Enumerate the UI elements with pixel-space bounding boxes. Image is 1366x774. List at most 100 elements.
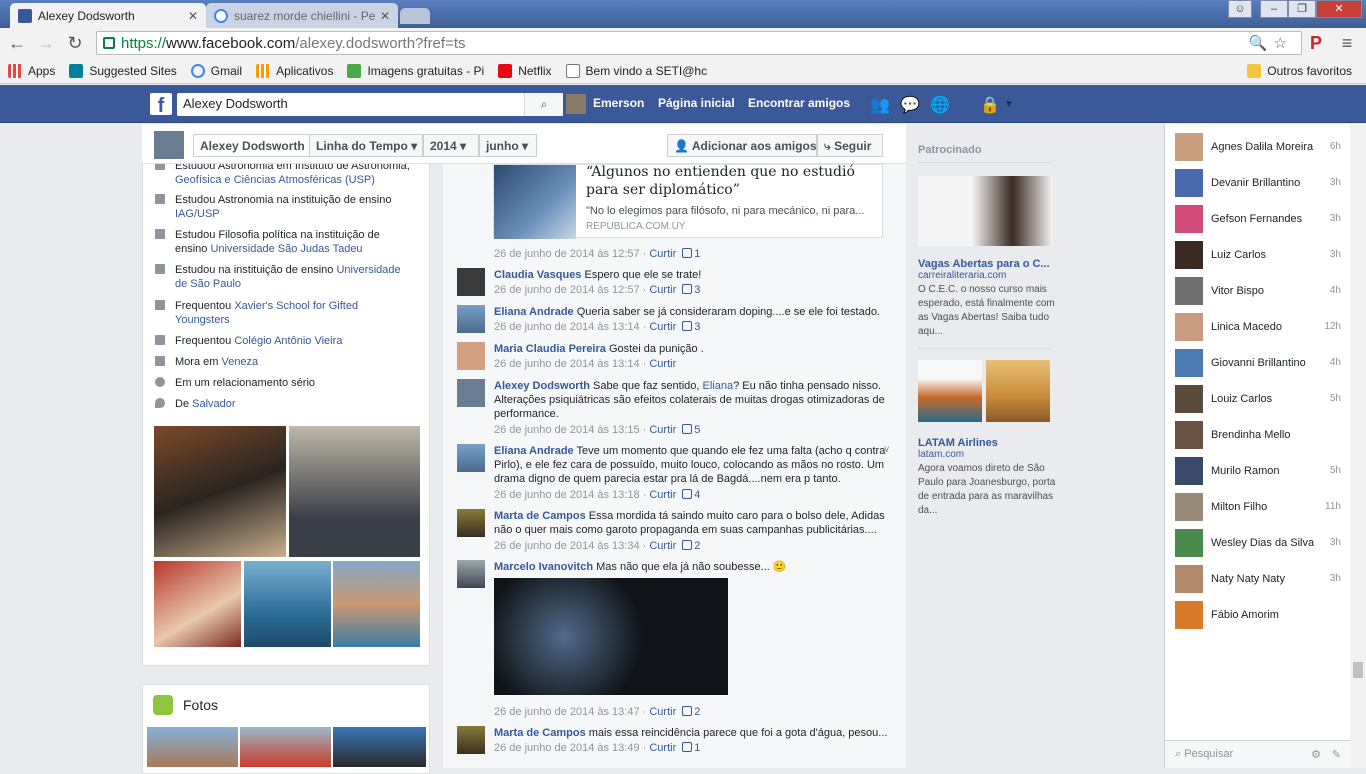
school-link[interactable]: Universidade São Judas Tadeu <box>210 243 362 255</box>
school-link[interactable]: Xavier's School for Gifted <box>234 300 358 312</box>
like-count[interactable]: 2 <box>694 540 700 552</box>
like-count[interactable]: 2 <box>694 706 700 718</box>
profile-thumbnail[interactable] <box>154 131 184 159</box>
chat-friend[interactable]: Murilo Ramon 5h <box>1175 455 1341 487</box>
school-link[interactable]: Colégio Antônio Vieira <box>234 335 342 347</box>
shared-link-card[interactable]: “Algunos no entienden que no estudió par… <box>493 164 883 239</box>
commenter-avatar[interactable] <box>457 444 485 472</box>
month-dropdown[interactable]: junho ▾ <box>479 134 537 157</box>
like-button[interactable]: Curtir <box>649 706 676 718</box>
link-title[interactable]: “Algunos no entienden que no estudió par… <box>586 164 876 199</box>
compose-icon[interactable]: ✎ <box>1332 748 1341 761</box>
like-count[interactable]: 1 <box>694 248 700 260</box>
search-input[interactable]: Alexey Dodsworth <box>177 93 563 116</box>
photo-thumb[interactable] <box>333 727 426 767</box>
like-count[interactable]: 5 <box>694 424 700 436</box>
friend-requests-icon[interactable]: 👥 <box>870 95 890 115</box>
ad-domain[interactable]: latam.com <box>918 448 1058 462</box>
commenter-avatar[interactable] <box>457 305 485 333</box>
timestamp[interactable]: 26 de junho de 2014 às 13:49 · <box>494 742 646 754</box>
follow-button[interactable]: ⤷ Seguir <box>817 134 883 157</box>
pinterest-icon[interactable]: P <box>1305 33 1327 53</box>
close-tab-icon[interactable]: ✕ <box>188 9 198 23</box>
commenter-name[interactable]: Eliana Andrade <box>494 306 574 318</box>
messages-icon[interactable]: 💬 <box>900 95 920 115</box>
photo-thumb[interactable] <box>240 727 331 767</box>
gear-icon[interactable]: ⚙ <box>1311 748 1321 761</box>
city-link[interactable]: Salvador <box>192 398 235 410</box>
featured-photo[interactable] <box>153 425 287 558</box>
school-link[interactable]: Geofísica e Ciências Atmosféricas (USP) <box>175 174 375 186</box>
user-avatar[interactable] <box>566 94 586 114</box>
school-link[interactable]: IAG/USP <box>175 208 220 220</box>
page-scrollbar[interactable] <box>1350 124 1366 768</box>
profile-icon[interactable]: ☺ <box>1228 0 1252 18</box>
forward-icon[interactable]: → <box>35 33 57 53</box>
like-button[interactable]: Curtir <box>649 248 676 260</box>
bookmark-apps[interactable]: Apps <box>8 63 55 78</box>
featured-photo[interactable] <box>332 560 421 648</box>
chat-friend[interactable]: Fábio Amorim <box>1175 599 1341 631</box>
timestamp[interactable]: 26 de junho de 2014 às 12:57 · <box>494 284 646 296</box>
commenter-name[interactable]: Marta de Campos <box>494 510 586 522</box>
find-friends-link[interactable]: Encontrar amigos <box>748 96 850 110</box>
commenter-name[interactable]: Eliana Andrade <box>494 445 574 457</box>
school-link[interactable]: Youngsters <box>175 314 230 326</box>
commenter-name[interactable]: Marta de Campos <box>494 727 586 739</box>
like-count[interactable]: 3 <box>694 321 700 333</box>
chat-friend[interactable]: Devanir Brillantino 3h <box>1175 167 1341 199</box>
timestamp[interactable]: 26 de junho de 2014 às 12:57 · <box>494 248 646 260</box>
commenter-avatar[interactable] <box>457 268 485 296</box>
commenter-name[interactable]: Claudia Vasques <box>494 269 581 281</box>
mention-link[interactable]: Eliana <box>703 380 734 392</box>
timeline-dropdown[interactable]: Linha do Tempo ▾ <box>309 134 423 157</box>
school-link[interactable]: de São Paulo <box>175 278 241 290</box>
home-link[interactable]: Página inicial <box>658 96 735 110</box>
minimize-button[interactable]: – <box>1260 0 1288 18</box>
search-icon[interactable]: ⌕ <box>524 93 563 116</box>
back-icon[interactable]: ← <box>6 33 28 53</box>
bookmark-seti[interactable]: Bem vindo a SETI@hc <box>565 63 707 78</box>
chat-friend[interactable]: Louiz Carlos 5h <box>1175 383 1341 415</box>
like-count[interactable]: 4 <box>694 489 700 501</box>
chat-friend[interactable]: Brendinha Mello <box>1175 419 1341 451</box>
featured-photo[interactable] <box>288 425 421 558</box>
close-window-button[interactable]: ✕ <box>1316 0 1362 18</box>
year-dropdown[interactable]: 2014 ▾ <box>423 134 479 157</box>
like-button[interactable]: Curtir <box>649 358 676 370</box>
commenter-name[interactable]: Alexey Dodsworth <box>494 380 590 392</box>
star-icon[interactable]: ☆ <box>1274 35 1293 52</box>
chat-friend[interactable]: Giovanni Brillantino 4h <box>1175 347 1341 379</box>
comment-attached-photo[interactable] <box>494 578 728 695</box>
zoom-icon[interactable]: 🔍 <box>1249 35 1274 52</box>
commenter-name[interactable]: Maria Claudia Pereira <box>494 343 606 355</box>
like-button[interactable]: Curtir <box>649 540 676 552</box>
bookmark-imagens-gratuitas[interactable]: Imagens gratuitas - Pi <box>347 63 484 78</box>
timestamp[interactable]: 26 de junho de 2014 às 13:47 · <box>494 706 646 718</box>
like-button[interactable]: Curtir <box>649 742 676 754</box>
like-button[interactable]: Curtir <box>649 424 676 436</box>
timestamp[interactable]: 26 de junho de 2014 às 13:18 · <box>494 489 646 501</box>
timestamp[interactable]: 26 de junho de 2014 às 13:34 · <box>494 540 646 552</box>
bookmark-gmail[interactable]: Gmail <box>190 63 242 78</box>
commenter-avatar[interactable] <box>457 379 485 407</box>
commenter-avatar[interactable] <box>457 726 485 754</box>
commenter-avatar[interactable] <box>457 560 485 588</box>
photos-title[interactable]: Fotos <box>183 697 218 713</box>
reload-icon[interactable]: ↻ <box>64 33 86 53</box>
chat-friend[interactable]: Luiz Carlos 3h <box>1175 239 1341 271</box>
chat-friend[interactable]: Vitor Bispo 4h <box>1175 275 1341 307</box>
comment-options-chevron-icon[interactable]: ∨ <box>883 444 890 455</box>
add-friend-button[interactable]: 👤 Adicionar aos amigos <box>667 134 817 157</box>
menu-icon[interactable]: ≡ <box>1336 33 1358 53</box>
like-count[interactable]: 3 <box>694 284 700 296</box>
photo-thumb[interactable] <box>147 727 238 767</box>
bookmark-suggested-sites[interactable]: Suggested Sites <box>69 63 177 78</box>
ad-image[interactable] <box>918 176 1053 246</box>
ad-image[interactable] <box>986 360 1050 422</box>
address-bar[interactable]: https://www.facebook.com/alexey.dodswort… <box>96 31 1302 55</box>
commenter-avatar[interactable] <box>457 342 485 370</box>
bookmark-aplicativos[interactable]: Aplicativos <box>256 63 333 78</box>
school-link[interactable]: Universidade <box>336 264 400 276</box>
featured-photo[interactable] <box>243 560 332 648</box>
